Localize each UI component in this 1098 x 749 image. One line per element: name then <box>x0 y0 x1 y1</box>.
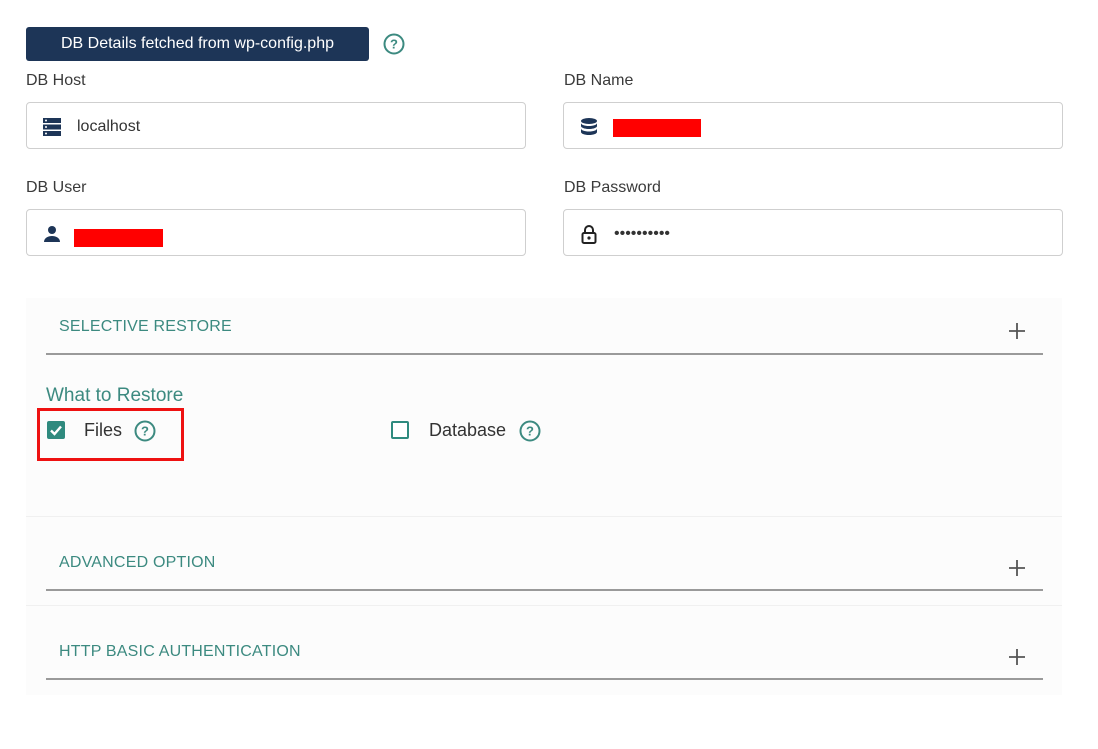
http-basic-auth-section: HTTP BASIC AUTHENTICATION <box>26 605 1062 695</box>
db-host-value: localhost <box>77 118 141 135</box>
highlight-box <box>37 408 184 461</box>
database-icon <box>581 118 597 135</box>
plus-icon[interactable] <box>1008 322 1026 340</box>
section-divider <box>46 353 1043 355</box>
db-name-field[interactable] <box>563 102 1063 149</box>
help-icon[interactable]: ? <box>383 33 405 55</box>
db-host-field[interactable]: localhost <box>26 102 526 149</box>
what-to-restore-title: What to Restore <box>46 385 184 406</box>
advanced-option-title[interactable]: ADVANCED OPTION <box>59 554 216 572</box>
db-host-label: DB Host <box>26 72 86 89</box>
server-icon <box>43 118 61 136</box>
db-user-label: DB User <box>26 179 87 196</box>
selective-restore-section: SELECTIVE RESTORE <box>26 298 1062 516</box>
db-password-label: DB Password <box>564 179 661 196</box>
svg-text:?: ? <box>390 37 398 52</box>
database-label: Database <box>429 420 507 440</box>
http-basic-auth-title[interactable]: HTTP BASIC AUTHENTICATION <box>59 643 301 661</box>
db-password-field[interactable]: •••••••••• <box>563 209 1063 256</box>
db-details-badge: DB Details fetched from wp-config.php <box>26 27 369 61</box>
db-password-value: •••••••••• <box>614 225 671 242</box>
db-name-label: DB Name <box>564 72 634 89</box>
section-divider <box>46 678 1043 680</box>
redaction-mark <box>74 229 163 247</box>
db-user-field[interactable] <box>26 209 526 256</box>
user-icon <box>44 226 60 242</box>
lock-icon <box>581 225 597 244</box>
redaction-mark <box>613 119 701 137</box>
database-checkbox[interactable] <box>391 421 409 439</box>
help-icon[interactable]: ? <box>519 420 541 442</box>
svg-text:?: ? <box>526 424 534 439</box>
advanced-option-section: ADVANCED OPTION <box>26 516 1062 606</box>
selective-restore-title[interactable]: SELECTIVE RESTORE <box>59 318 232 336</box>
plus-icon[interactable] <box>1008 559 1026 577</box>
plus-icon[interactable] <box>1008 648 1026 666</box>
section-divider <box>46 589 1043 591</box>
